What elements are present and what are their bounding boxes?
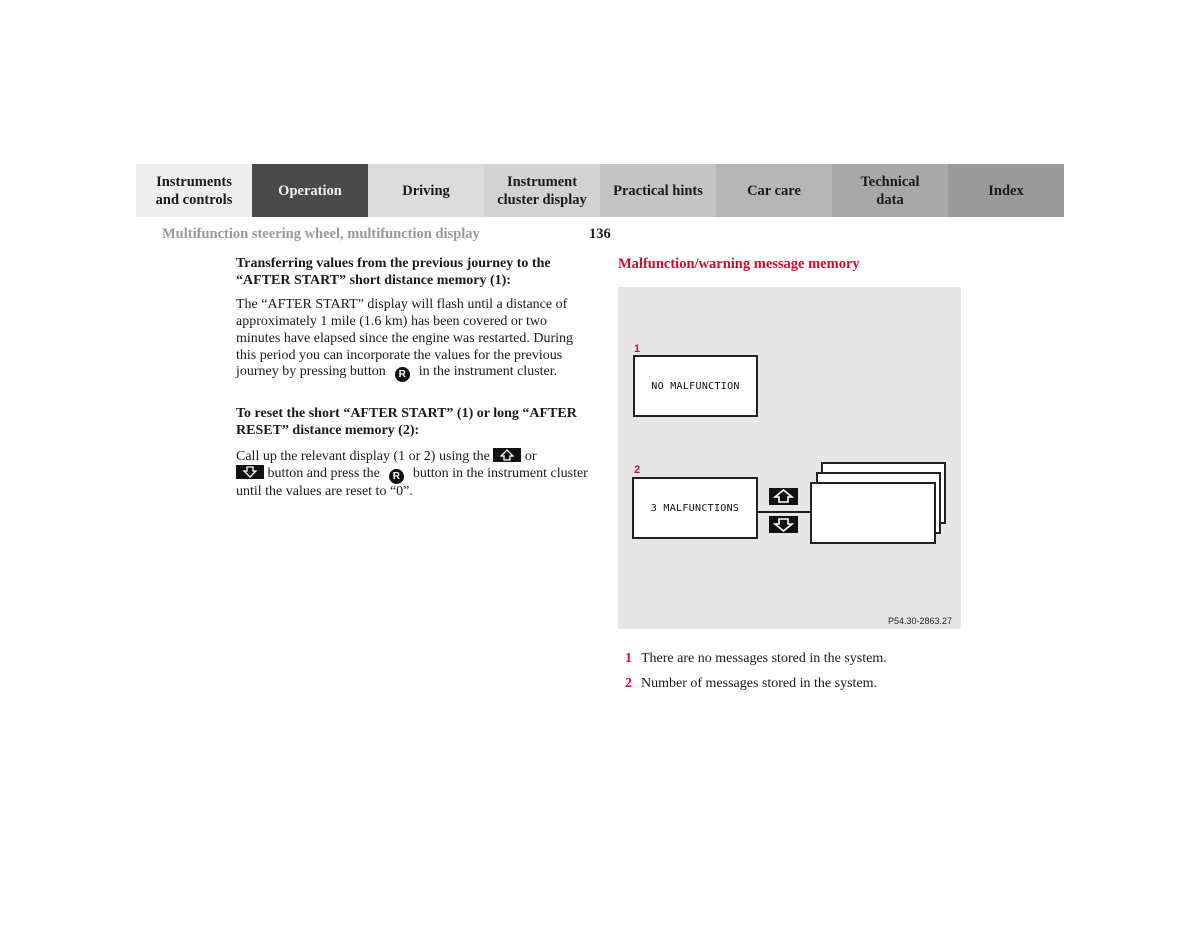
legend-text: Number of messages stored in the system. <box>641 676 878 691</box>
tab-instruments-and-controls[interactable]: Instruments and controls <box>136 164 252 217</box>
heading-reset-memory: To reset the short “AFTER START” (1) or … <box>236 406 577 438</box>
reset-button-icon: R <box>388 469 404 485</box>
section-title: Multifunction steering wheel, multifunct… <box>162 226 480 242</box>
tab-label: Instruments <box>156 173 232 190</box>
legend-number: 1 <box>625 651 632 666</box>
tab-label: Car care <box>747 182 801 199</box>
tab-label: Index <box>988 182 1024 199</box>
display-no-malfunction: NO MALFUNCTION <box>633 355 758 417</box>
tab-driving[interactable]: Driving <box>368 164 484 217</box>
chapter-tabs: Instruments and controls Operation Drivin… <box>136 164 1064 217</box>
paragraph-after-start: The “AFTER START” display will flash unt… <box>236 297 591 383</box>
arrow-up-icon <box>769 488 798 505</box>
arrow-up-icon <box>493 447 522 462</box>
paragraph-reset: Call up the relevant display (1 or 2) us… <box>236 447 591 501</box>
legend-item: 1 There are no messages stored in the sys… <box>625 646 887 671</box>
tab-label: Operation <box>278 182 342 199</box>
tab-instrument-cluster-display[interactable]: Instrument cluster display <box>484 164 600 217</box>
tab-technical-data[interactable]: Technical data <box>832 164 948 217</box>
tab-label: Technical <box>860 173 920 190</box>
tab-practical-hints[interactable]: Practical hints <box>600 164 716 217</box>
reset-button-icon: R <box>394 367 410 383</box>
tab-index[interactable]: Index <box>948 164 1064 217</box>
paragraph-text: Call up the relevant display (1 or 2) us… <box>236 448 490 464</box>
legend-text: There are no messages stored in the syst… <box>641 651 887 666</box>
message-memory-figure: 1 NO MALFUNCTION 2 3 MALFUNCTIONS P54.30… <box>618 287 961 629</box>
tab-label: Instrument <box>506 173 578 190</box>
connector-line <box>758 511 812 513</box>
legend-number: 2 <box>625 676 632 691</box>
tab-label: data <box>876 191 904 208</box>
tab-label: and controls <box>155 191 233 208</box>
tab-operation[interactable]: Operation <box>252 164 368 217</box>
message-card-front <box>810 482 936 544</box>
paragraph-text: in the instrument cluster. <box>418 364 558 380</box>
section-heading-message-memory: Malfunction/warning message memory <box>618 256 860 272</box>
heading-transfer-values: Transferring values from the previous jo… <box>236 256 551 288</box>
page-number: 136 <box>589 226 611 242</box>
tab-label: cluster display <box>497 191 587 208</box>
figure-code: P54.30-2863.27 <box>887 616 952 626</box>
display-text: NO MALFUNCTION <box>651 380 740 392</box>
display-3-malfunctions: 3 MALFUNCTIONS <box>632 477 758 539</box>
arrow-down-icon <box>236 465 264 480</box>
tab-car-care[interactable]: Car care <box>716 164 832 217</box>
tab-label: Driving <box>402 182 450 199</box>
figure-label-1: 1 <box>634 343 641 355</box>
figure-label-2: 2 <box>634 464 641 476</box>
paragraph-text: button and press the <box>267 466 380 482</box>
legend-item: 2 Number of messages stored in the system… <box>625 671 887 696</box>
paragraph-text: or <box>524 448 537 464</box>
display-text: 3 MALFUNCTIONS <box>650 502 740 514</box>
left-column: Transferring values from the previous jo… <box>236 256 591 525</box>
arrow-down-icon <box>769 516 798 533</box>
tab-label: Practical hints <box>613 182 703 199</box>
figure-legend: 1 There are no messages stored in the sys… <box>625 646 887 696</box>
